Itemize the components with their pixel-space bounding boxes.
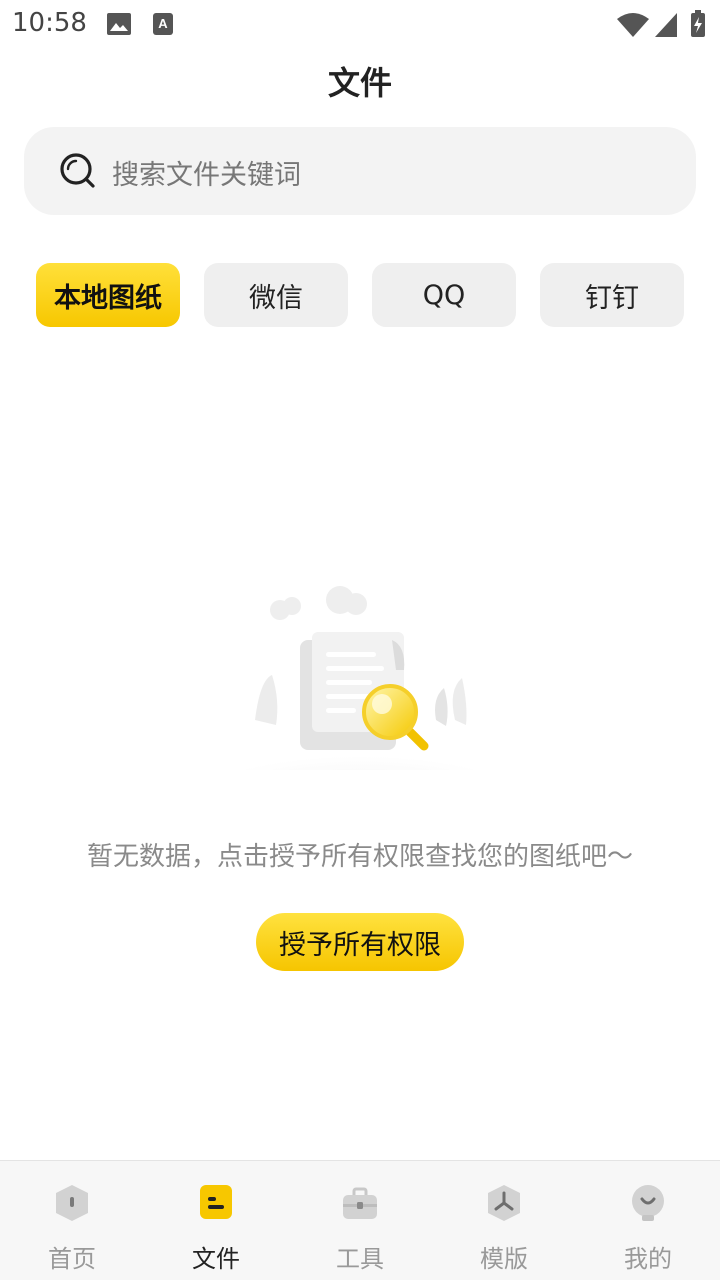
tab-wechat[interactable]: 微信 [204,263,348,327]
nav-item-file[interactable]: 文件 [144,1161,288,1280]
document-magnifier-illustration [210,586,510,770]
tab-qq[interactable]: QQ [372,263,516,327]
svg-text:A: A [158,16,168,31]
wifi-icon [617,13,649,37]
profile-icon [632,1185,664,1221]
bottom-nav: 首页 文件 工具 模版 我的 [0,1160,720,1280]
home-icon [56,1185,88,1221]
grant-button-label: 授予所有权限 [279,929,441,961]
signal-icon [655,13,677,37]
nav-item-tools[interactable]: 工具 [288,1161,432,1280]
toolbox-icon [343,1187,377,1219]
nav-item-profile[interactable]: 我的 [576,1161,720,1280]
grant-permissions-button[interactable]: 授予所有权限 [256,913,464,971]
tab-local-drawings[interactable]: 本地图纸 [36,263,180,327]
nav-label: 工具 [336,1245,384,1273]
tab-label: 微信 [249,282,303,314]
empty-message: 暂无数据，点击授予所有权限查找您的图纸吧～ [86,842,633,872]
nav-item-templates[interactable]: 模版 [432,1161,576,1280]
image-icon [107,13,131,35]
nav-label: 模版 [480,1245,528,1273]
nav-item-home[interactable]: 首页 [0,1161,144,1280]
search-input[interactable]: 搜索文件关键词 [24,127,696,215]
tab-label: 钉钉 [585,282,639,314]
battery-charging-icon [691,10,705,37]
status-bar: 10:58 A [0,0,720,48]
nav-label: 首页 [48,1245,96,1273]
tab-label: 本地图纸 [54,282,162,314]
accessibility-a-icon: A [153,13,173,35]
tab-label: QQ [422,279,466,311]
tab-dingtalk[interactable]: 钉钉 [540,263,684,327]
file-icon [200,1185,232,1219]
nav-label: 我的 [624,1245,672,1273]
status-time: 10:58 [12,8,87,38]
nav-label: 文件 [192,1245,240,1273]
search-placeholder: 搜索文件关键词 [112,160,301,191]
search-icon [60,153,95,188]
template-icon [488,1185,520,1221]
page-title: 文件 [327,64,392,102]
